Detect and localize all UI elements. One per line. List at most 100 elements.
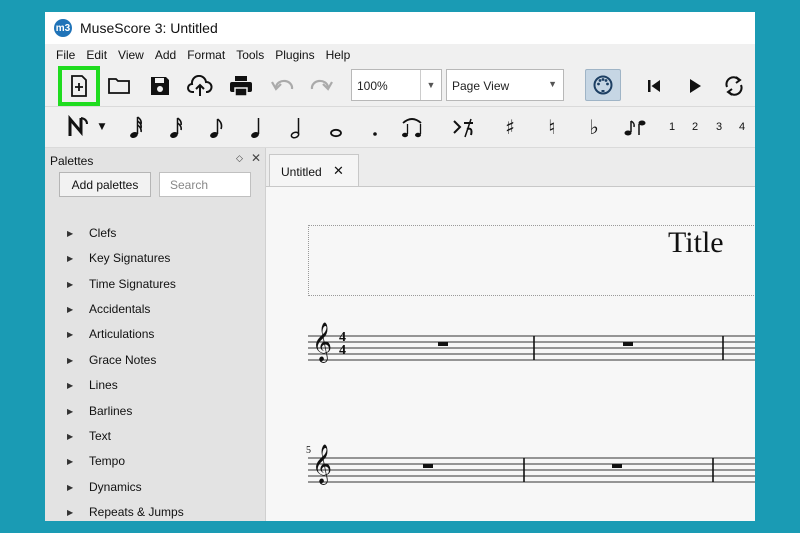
note-input-mode-button[interactable] — [63, 113, 93, 141]
palette-item-label: Clefs — [89, 226, 117, 240]
file-toolbar: 100% ▼ Page View ▼ — [45, 66, 755, 107]
expand-arrow-icon: ▶ — [67, 406, 74, 416]
expand-arrow-icon: ▶ — [67, 253, 74, 263]
chevron-down-icon: ▼ — [548, 79, 557, 89]
palette-item-label: Accidentals — [89, 302, 151, 316]
flat-button[interactable]: ♭ — [584, 113, 604, 141]
undo-icon — [271, 79, 294, 91]
view-mode-select[interactable]: Page View ▼ — [446, 69, 564, 101]
staff-2 — [308, 457, 755, 483]
palette-search-input[interactable]: Search — [159, 172, 251, 197]
tie-button[interactable] — [397, 113, 427, 141]
palette-item-label: Key Signatures — [89, 251, 171, 265]
close-icon[interactable]: ✕ — [251, 151, 261, 165]
palette-item-barlines[interactable]: ▶ Barlines — [45, 401, 265, 421]
expand-arrow-icon: ▶ — [67, 456, 74, 466]
treble-clef-icon: 𝄞 — [312, 322, 333, 362]
whole-note-icon — [330, 128, 342, 138]
save-icon — [151, 77, 169, 95]
menu-add[interactable]: Add — [155, 48, 176, 62]
menu-view[interactable]: View — [118, 48, 144, 62]
zoom-combobox[interactable]: 100% ▼ — [351, 69, 442, 101]
palette-item-label: Barlines — [89, 404, 133, 418]
rewind-button[interactable] — [639, 71, 669, 101]
menu-tools[interactable]: Tools — [236, 48, 264, 62]
print-button[interactable] — [226, 71, 256, 101]
folder-icon — [108, 78, 130, 94]
close-icon[interactable]: ✕ — [333, 163, 344, 179]
voice-2-button[interactable]: 2 — [688, 113, 702, 141]
flat-icon: ♭ — [589, 115, 599, 139]
expand-arrow-icon: ▶ — [67, 304, 74, 314]
sixteenth-note-button[interactable] — [205, 113, 227, 141]
musescore-logo-icon: m3 — [54, 19, 72, 37]
rest-button[interactable] — [450, 113, 476, 141]
chevron-down-icon[interactable]: ▼ — [95, 113, 109, 141]
voice-4-button[interactable]: 4 — [735, 113, 749, 141]
palette-item-tempo[interactable]: ▶ Tempo — [45, 451, 265, 471]
window-title: MuseScore 3: Untitled — [80, 20, 218, 36]
upload-button[interactable] — [185, 71, 215, 101]
measure-number: 5 — [306, 445, 311, 456]
midi-input-button[interactable] — [585, 69, 621, 101]
play-button[interactable] — [680, 71, 710, 101]
undo-button[interactable] — [267, 71, 297, 101]
quarter-note-button[interactable] — [245, 113, 267, 141]
menu-plugins[interactable]: Plugins — [275, 48, 314, 62]
palette-item-text[interactable]: ▶ Text — [45, 426, 265, 446]
expand-arrow-icon: ▶ — [67, 380, 74, 390]
expand-arrow-icon: ▶ — [67, 279, 74, 289]
menu-edit[interactable]: Edit — [86, 48, 107, 62]
add-palettes-button[interactable]: Add palettes — [59, 172, 151, 197]
score-page[interactable]: Title 𝄞 4 4 5 𝄞 — [266, 186, 755, 521]
palette-item-key-signatures[interactable]: ▶ Key Signatures — [45, 248, 265, 268]
natural-icon: ♮ — [548, 115, 556, 139]
score-view: Untitled ✕ Title 𝄞 4 4 5 𝄞 — [266, 148, 755, 521]
expand-arrow-icon: ▶ — [67, 431, 74, 441]
undock-icon[interactable]: ◇ — [236, 153, 243, 164]
flip-direction-button[interactable] — [623, 113, 647, 141]
expand-arrow-icon: ▶ — [67, 228, 74, 238]
palette-item-label: Grace Notes — [89, 353, 157, 367]
palette-item-label: Tempo — [89, 454, 126, 468]
print-icon — [230, 76, 252, 97]
open-button[interactable] — [104, 71, 134, 101]
palette-item-articulations[interactable]: ▶ Articulations — [45, 324, 265, 344]
tie-icon — [402, 118, 422, 138]
save-button[interactable] — [145, 71, 175, 101]
menu-format[interactable]: Format — [187, 48, 225, 62]
thirty-second-note-button[interactable] — [165, 113, 187, 141]
tab-untitled[interactable]: Untitled ✕ — [269, 154, 359, 186]
redo-button[interactable] — [307, 71, 337, 101]
sharp-button[interactable]: ♯ — [500, 113, 520, 141]
palette-item-label: Repeats & Jumps — [89, 505, 184, 519]
palette-item-dynamics[interactable]: ▶ Dynamics — [45, 477, 265, 497]
whole-rest-2 — [423, 464, 622, 468]
palette-item-grace-notes[interactable]: ▶ Grace Notes — [45, 350, 265, 370]
palette-item-clefs[interactable]: ▶ Clefs — [45, 223, 265, 243]
loop-button[interactable] — [719, 71, 749, 101]
menu-help[interactable]: Help — [326, 48, 351, 62]
skip-back-icon — [648, 80, 660, 92]
sixty-fourth-note-button[interactable] — [125, 113, 147, 141]
half-note-icon — [290, 118, 300, 139]
menu-file[interactable]: File — [56, 48, 75, 62]
palette-item-accidentals[interactable]: ▶ Accidentals — [45, 299, 265, 319]
whole-rest-1 — [438, 342, 633, 346]
expand-arrow-icon: ▶ — [67, 355, 74, 365]
dot-icon — [373, 132, 377, 136]
palette-item-label: Text — [89, 429, 112, 443]
voice-1-button[interactable]: 1 — [665, 113, 679, 141]
new-score-button[interactable] — [58, 66, 100, 106]
voice-3-button[interactable]: 3 — [712, 113, 726, 141]
palette-item-repeats-jumps[interactable]: ▶ Repeats & Jumps — [45, 502, 265, 521]
redo-icon — [310, 79, 333, 91]
palette-item-time-signatures[interactable]: ▶ Time Signatures — [45, 274, 265, 294]
palette-item-lines[interactable]: ▶ Lines — [45, 375, 265, 395]
natural-button[interactable]: ♮ — [542, 113, 562, 141]
menu-bar: File Edit View Add Format Tools Plugins … — [45, 44, 755, 66]
chevron-down-icon[interactable]: ▼ — [420, 70, 441, 100]
half-note-button[interactable] — [285, 113, 307, 141]
augmentation-dot-button[interactable] — [367, 113, 383, 141]
whole-note-button[interactable] — [325, 113, 347, 141]
